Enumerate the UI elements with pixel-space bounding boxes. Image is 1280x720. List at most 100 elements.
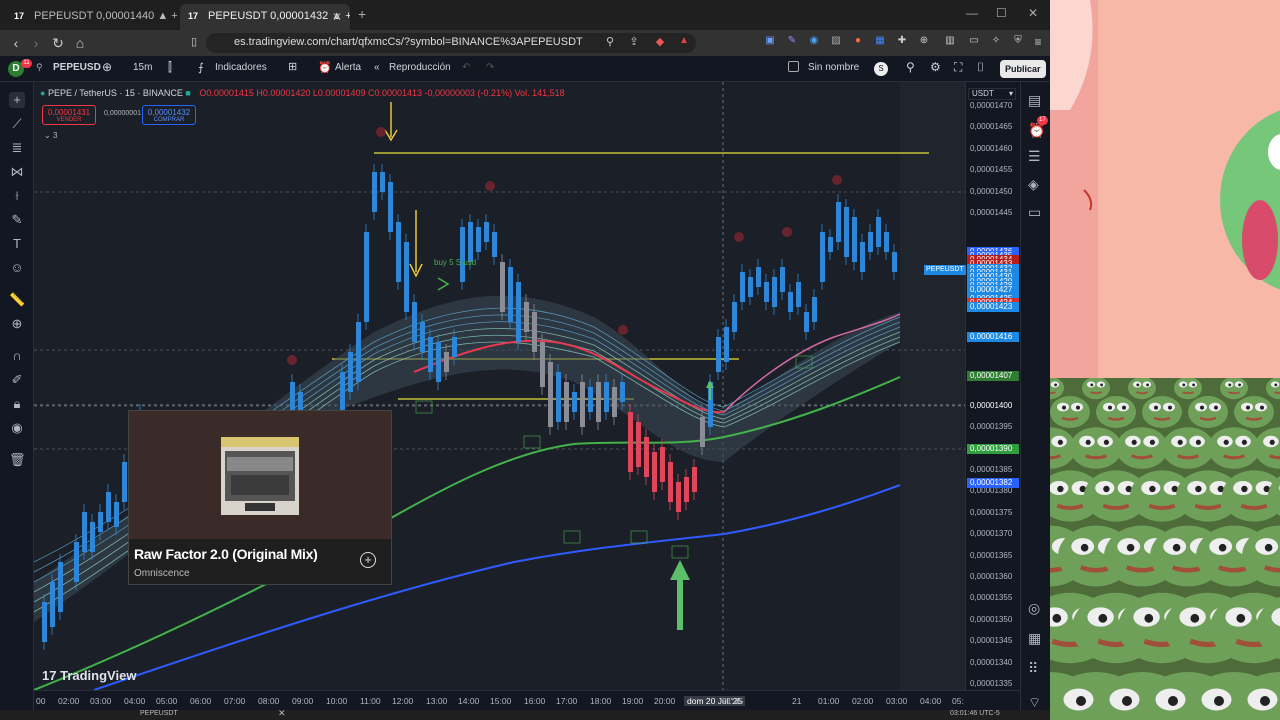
forecast-icon[interactable]: ⟊ bbox=[9, 188, 25, 204]
watchlist-icon[interactable]: ▤ bbox=[1028, 92, 1041, 109]
tab-title: PEPEUSDT 0,00001440 ▲ +2.71% Sin bbox=[34, 10, 178, 22]
candle-style-icon[interactable]: ⫿ bbox=[168, 60, 172, 75]
signal-icon[interactable]: ◎ bbox=[1028, 600, 1040, 617]
forward-icon[interactable]: › bbox=[28, 35, 44, 51]
bottom-tab-label[interactable]: PEPEUSDT bbox=[140, 710, 178, 717]
candle bbox=[588, 387, 593, 412]
pepe-face bbox=[1128, 378, 1156, 400]
trash-icon[interactable]: 🗑︎ bbox=[9, 452, 26, 468]
magnet-icon[interactable]: ∩ bbox=[9, 348, 25, 364]
interval-button[interactable]: 15m bbox=[133, 62, 152, 73]
symbol-button[interactable]: PEPEUSD bbox=[53, 62, 101, 73]
chart-canvas[interactable] bbox=[34, 82, 965, 690]
chart-pane[interactable] bbox=[34, 82, 965, 690]
save-layout-icon[interactable]: S bbox=[874, 62, 888, 76]
compare-add-icon[interactable]: ⊕ bbox=[102, 60, 112, 74]
search-icon[interactable]: ⚲ bbox=[602, 35, 618, 48]
price-axis[interactable]: USDT ▾ 0,00001470 0,00001465 0,00001460 0,0… bbox=[965, 82, 1020, 690]
extension-icon[interactable]: ◉ bbox=[806, 35, 822, 46]
extension-icon[interactable]: ● bbox=[850, 35, 866, 46]
apps-grid-icon[interactable]: ⠿ bbox=[1028, 660, 1038, 677]
rewards-icon[interactable]: ▲ bbox=[676, 35, 692, 46]
publish-button[interactable]: Publicar bbox=[1000, 60, 1046, 78]
candle bbox=[764, 282, 769, 302]
time-label: 14:00 bbox=[458, 696, 480, 706]
quick-search-icon[interactable]: ⚲ bbox=[906, 60, 915, 74]
redo-icon[interactable]: ↷ bbox=[486, 62, 494, 73]
extension-icon[interactable]: ⊕ bbox=[916, 35, 932, 46]
browser-tab[interactable]: 17 PEPEUSDT 0,00001440 ▲ +2.71% Sin bbox=[6, 4, 178, 30]
browser-tab-active[interactable]: 17 PEPEUSDT 0,00001432 ▲ +2.14% ✕ bbox=[180, 4, 350, 30]
spread-value: 0,00000001 bbox=[104, 110, 141, 117]
sell-button[interactable]: 0,00001431 VENDER bbox=[42, 105, 96, 125]
lock-icon[interactable]: 🔒︎ bbox=[9, 396, 25, 412]
chart-annotation-text[interactable]: buy 5 S usd bbox=[434, 258, 476, 267]
replay-button[interactable]: Reproducción bbox=[389, 62, 451, 73]
candle bbox=[90, 522, 95, 552]
vpn-icon[interactable]: ⛨ bbox=[1010, 35, 1026, 46]
buy-button[interactable]: 0,00001432 COMPRAR bbox=[142, 105, 196, 125]
trend-line-icon[interactable]: ⟋ bbox=[9, 116, 25, 132]
settings-gear-icon[interactable]: ⚙ bbox=[930, 60, 941, 74]
snapshot-camera-icon[interactable]: ⌷ bbox=[977, 60, 984, 75]
extensions-puzzle-icon[interactable]: ✚ bbox=[894, 35, 910, 46]
brush-icon[interactable]: ✎ bbox=[9, 212, 25, 228]
close-window-button[interactable]: ✕ bbox=[1028, 6, 1038, 20]
close-tab-icon[interactable]: ✕ bbox=[332, 10, 342, 24]
templates-icon[interactable]: ⊞ bbox=[288, 60, 297, 73]
alert-button[interactable]: Alerta bbox=[335, 62, 361, 73]
candle bbox=[122, 462, 127, 502]
time-label: 02:00 bbox=[852, 696, 874, 706]
candle bbox=[836, 202, 841, 242]
bookmark-icon[interactable]: ▯ bbox=[186, 35, 202, 48]
chat-icon[interactable]: ▭ bbox=[1028, 204, 1041, 221]
undo-icon[interactable]: ↶ bbox=[462, 62, 470, 73]
maximize-button[interactable]: ☐ bbox=[996, 6, 1007, 20]
stay-drawing-icon[interactable]: ✐ bbox=[9, 372, 25, 388]
extension-icon[interactable]: ✎ bbox=[784, 35, 800, 46]
text-icon[interactable]: T bbox=[9, 236, 25, 252]
extension-icon[interactable]: ▨ bbox=[828, 35, 844, 46]
news-icon[interactable]: ☰ bbox=[1028, 148, 1041, 165]
symbol-search-icon[interactable]: ⚲ bbox=[36, 62, 43, 73]
share-icon[interactable]: ⇪ bbox=[626, 35, 642, 48]
fullscreen-icon[interactable]: ⛶ bbox=[954, 60, 962, 75]
sidebar-toggle-icon[interactable]: ▥ bbox=[942, 35, 958, 46]
new-tab-button[interactable]: + bbox=[358, 6, 366, 22]
measure-ruler-icon[interactable]: 📏 bbox=[9, 292, 25, 308]
fib-icon[interactable]: ≣ bbox=[9, 140, 25, 156]
candle bbox=[580, 382, 585, 427]
candle bbox=[356, 322, 361, 382]
currency-select[interactable]: USDT ▾ bbox=[968, 88, 1016, 100]
indicators-button[interactable]: Indicadores bbox=[215, 62, 267, 73]
candle bbox=[700, 417, 705, 447]
layers-icon[interactable]: ◈ bbox=[1028, 176, 1039, 193]
menu-icon[interactable]: ≡ bbox=[1030, 35, 1046, 49]
reload-icon[interactable]: ↻ bbox=[50, 35, 66, 52]
pattern-icon[interactable]: ⋈ bbox=[9, 164, 25, 180]
wallet-icon[interactable]: ▭ bbox=[966, 35, 982, 46]
add-to-library-icon[interactable]: + bbox=[360, 552, 376, 568]
brave-shield-icon[interactable]: ◆ bbox=[652, 35, 668, 48]
zoom-in-icon[interactable]: ⊕ bbox=[9, 316, 25, 332]
pepe-face bbox=[1254, 427, 1280, 469]
extension-icon[interactable]: ▦ bbox=[872, 35, 888, 46]
leo-ai-icon[interactable]: ✧ bbox=[988, 35, 1004, 46]
time-axis[interactable]: 00 02:00 03:00 04:00 05:00 06:00 07:00 08:00 09:… bbox=[34, 690, 1020, 710]
translate-extension-icon[interactable]: ▣ bbox=[762, 35, 778, 46]
home-icon[interactable]: ⌂ bbox=[72, 35, 88, 51]
emoji-icon[interactable]: ☺ bbox=[9, 260, 25, 276]
layout-name-button[interactable]: Sin nombre bbox=[808, 62, 859, 73]
candle bbox=[484, 222, 489, 242]
minimize-button[interactable]: — bbox=[966, 6, 978, 20]
collapsed-indicators-toggle[interactable]: ⌄ 3 bbox=[44, 131, 57, 140]
media-notification[interactable]: Raw Factor 2.0 (Original Mix) Omniscence… bbox=[128, 410, 392, 585]
calendar-icon[interactable]: ▦ bbox=[1028, 630, 1041, 647]
back-icon[interactable]: ‹ bbox=[8, 35, 24, 51]
time-label: 19:00 bbox=[622, 696, 644, 706]
crosshair-icon[interactable]: + bbox=[9, 92, 25, 108]
time-label: 02:00 bbox=[58, 696, 80, 706]
hide-eye-icon[interactable]: ◉ bbox=[9, 420, 25, 436]
close-panel-icon[interactable]: ✕ bbox=[278, 708, 286, 719]
url-field[interactable]: es.tradingview.com/chart/qfxmcCs/?symbol… bbox=[206, 33, 696, 53]
